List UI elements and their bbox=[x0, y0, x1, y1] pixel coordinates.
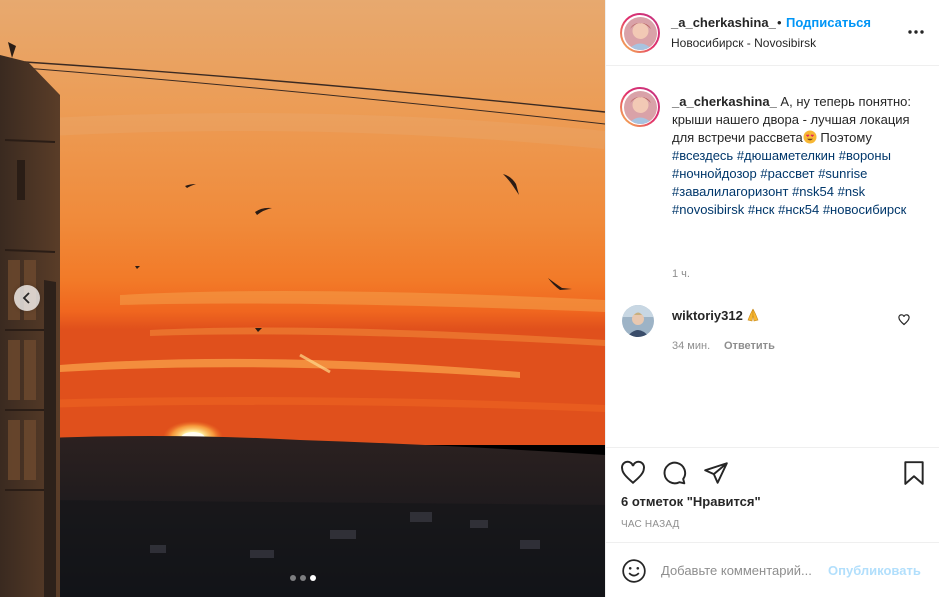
hashtag-link[interactable]: #рассвет bbox=[760, 166, 814, 181]
more-options-button[interactable] bbox=[904, 22, 928, 42]
hashtag-link[interactable]: #nsk54 bbox=[792, 184, 834, 199]
reply-button[interactable]: Ответить bbox=[724, 340, 775, 352]
caption-timestamp[interactable]: 1 ч. bbox=[672, 268, 690, 280]
follow-button[interactable]: Подписаться bbox=[786, 15, 871, 30]
post-side-panel: _a_cherkashina_ • Подписаться Новосибирс… bbox=[605, 0, 939, 597]
comment-input[interactable] bbox=[661, 558, 831, 582]
caption-username[interactable]: _a_cherkashina_ bbox=[672, 94, 777, 109]
chevron-left-icon bbox=[22, 292, 30, 304]
carousel-dot bbox=[300, 575, 306, 581]
save-button[interactable] bbox=[901, 460, 927, 486]
caption-author-avatar[interactable] bbox=[620, 87, 660, 127]
add-comment-bar: Опубликовать bbox=[606, 542, 939, 597]
comment-timestamp[interactable]: 34 мин. bbox=[672, 340, 710, 352]
hashtag-link[interactable]: #дюшаметелкин bbox=[737, 148, 835, 163]
author-username[interactable]: _a_cherkashina_ bbox=[671, 15, 776, 30]
like-comment-button[interactable] bbox=[898, 314, 910, 329]
hashtag-link[interactable]: #нск54 bbox=[778, 202, 819, 217]
like-button[interactable] bbox=[620, 460, 646, 486]
hashtag-link[interactable]: #новосибирск bbox=[823, 202, 907, 217]
carousel-dot bbox=[290, 575, 296, 581]
hashtag-link[interactable]: #nsk bbox=[838, 184, 865, 199]
post-header: _a_cherkashina_ • Подписаться Новосибирс… bbox=[606, 0, 939, 66]
heart-eyes-emoji-icon bbox=[803, 130, 817, 144]
previous-photo-button[interactable] bbox=[14, 285, 40, 311]
post-actions: 6 отметок "Нравится" ЧАС НАЗАД bbox=[606, 447, 939, 542]
hashtag-link[interactable]: #вороны bbox=[839, 148, 891, 163]
commenter-username[interactable]: wiktoriy312 bbox=[672, 308, 743, 323]
hashtag-link[interactable]: #всездесь bbox=[672, 148, 733, 163]
hashtag-link[interactable]: #нск bbox=[748, 202, 775, 217]
commenter-avatar[interactable] bbox=[622, 305, 654, 337]
carousel-dots bbox=[290, 575, 316, 581]
post-location[interactable]: Новосибирск - Novosibirsk bbox=[671, 36, 816, 50]
instagram-post-modal: _a_cherkashina_ • Подписаться Новосибирс… bbox=[0, 0, 939, 597]
more-horizontal-icon bbox=[908, 30, 924, 34]
hashtag-link[interactable]: #sunrise bbox=[818, 166, 867, 181]
heart-outline-icon bbox=[898, 314, 910, 326]
post-caption: _a_cherkashina_ А, ну теперь понятно: кр… bbox=[672, 93, 922, 219]
caption-text-continued: Поэтому bbox=[816, 130, 872, 145]
comment-button[interactable] bbox=[661, 460, 687, 486]
author-avatar[interactable] bbox=[620, 13, 660, 53]
post-photo bbox=[0, 0, 605, 597]
separator-dot: • bbox=[777, 15, 782, 30]
comment-bubble-icon bbox=[663, 461, 687, 485]
comment-body: wiktoriy312 bbox=[672, 308, 760, 323]
sunrise-photo bbox=[0, 0, 605, 597]
smiley-icon bbox=[622, 559, 646, 583]
hashtag-link[interactable]: #завалилагоризонт bbox=[672, 184, 788, 199]
hashtag-link[interactable]: #novosibirsk bbox=[672, 202, 744, 217]
carousel-dot-active bbox=[310, 575, 316, 581]
emoji-picker-button[interactable] bbox=[621, 558, 647, 584]
praying-hands-emoji-icon bbox=[748, 308, 759, 322]
heart-icon bbox=[621, 460, 645, 485]
bookmark-icon bbox=[904, 461, 924, 485]
paper-plane-icon bbox=[704, 462, 728, 484]
share-button[interactable] bbox=[703, 460, 729, 486]
like-count[interactable]: 6 отметок "Нравится" bbox=[621, 494, 761, 509]
post-timestamp[interactable]: ЧАС НАЗАД bbox=[621, 519, 680, 530]
publish-comment-button[interactable]: Опубликовать bbox=[828, 563, 921, 578]
hashtag-link[interactable]: #ночнойдозор bbox=[672, 166, 757, 181]
comments-area: _a_cherkashina_ А, ну теперь понятно: кр… bbox=[606, 67, 939, 447]
